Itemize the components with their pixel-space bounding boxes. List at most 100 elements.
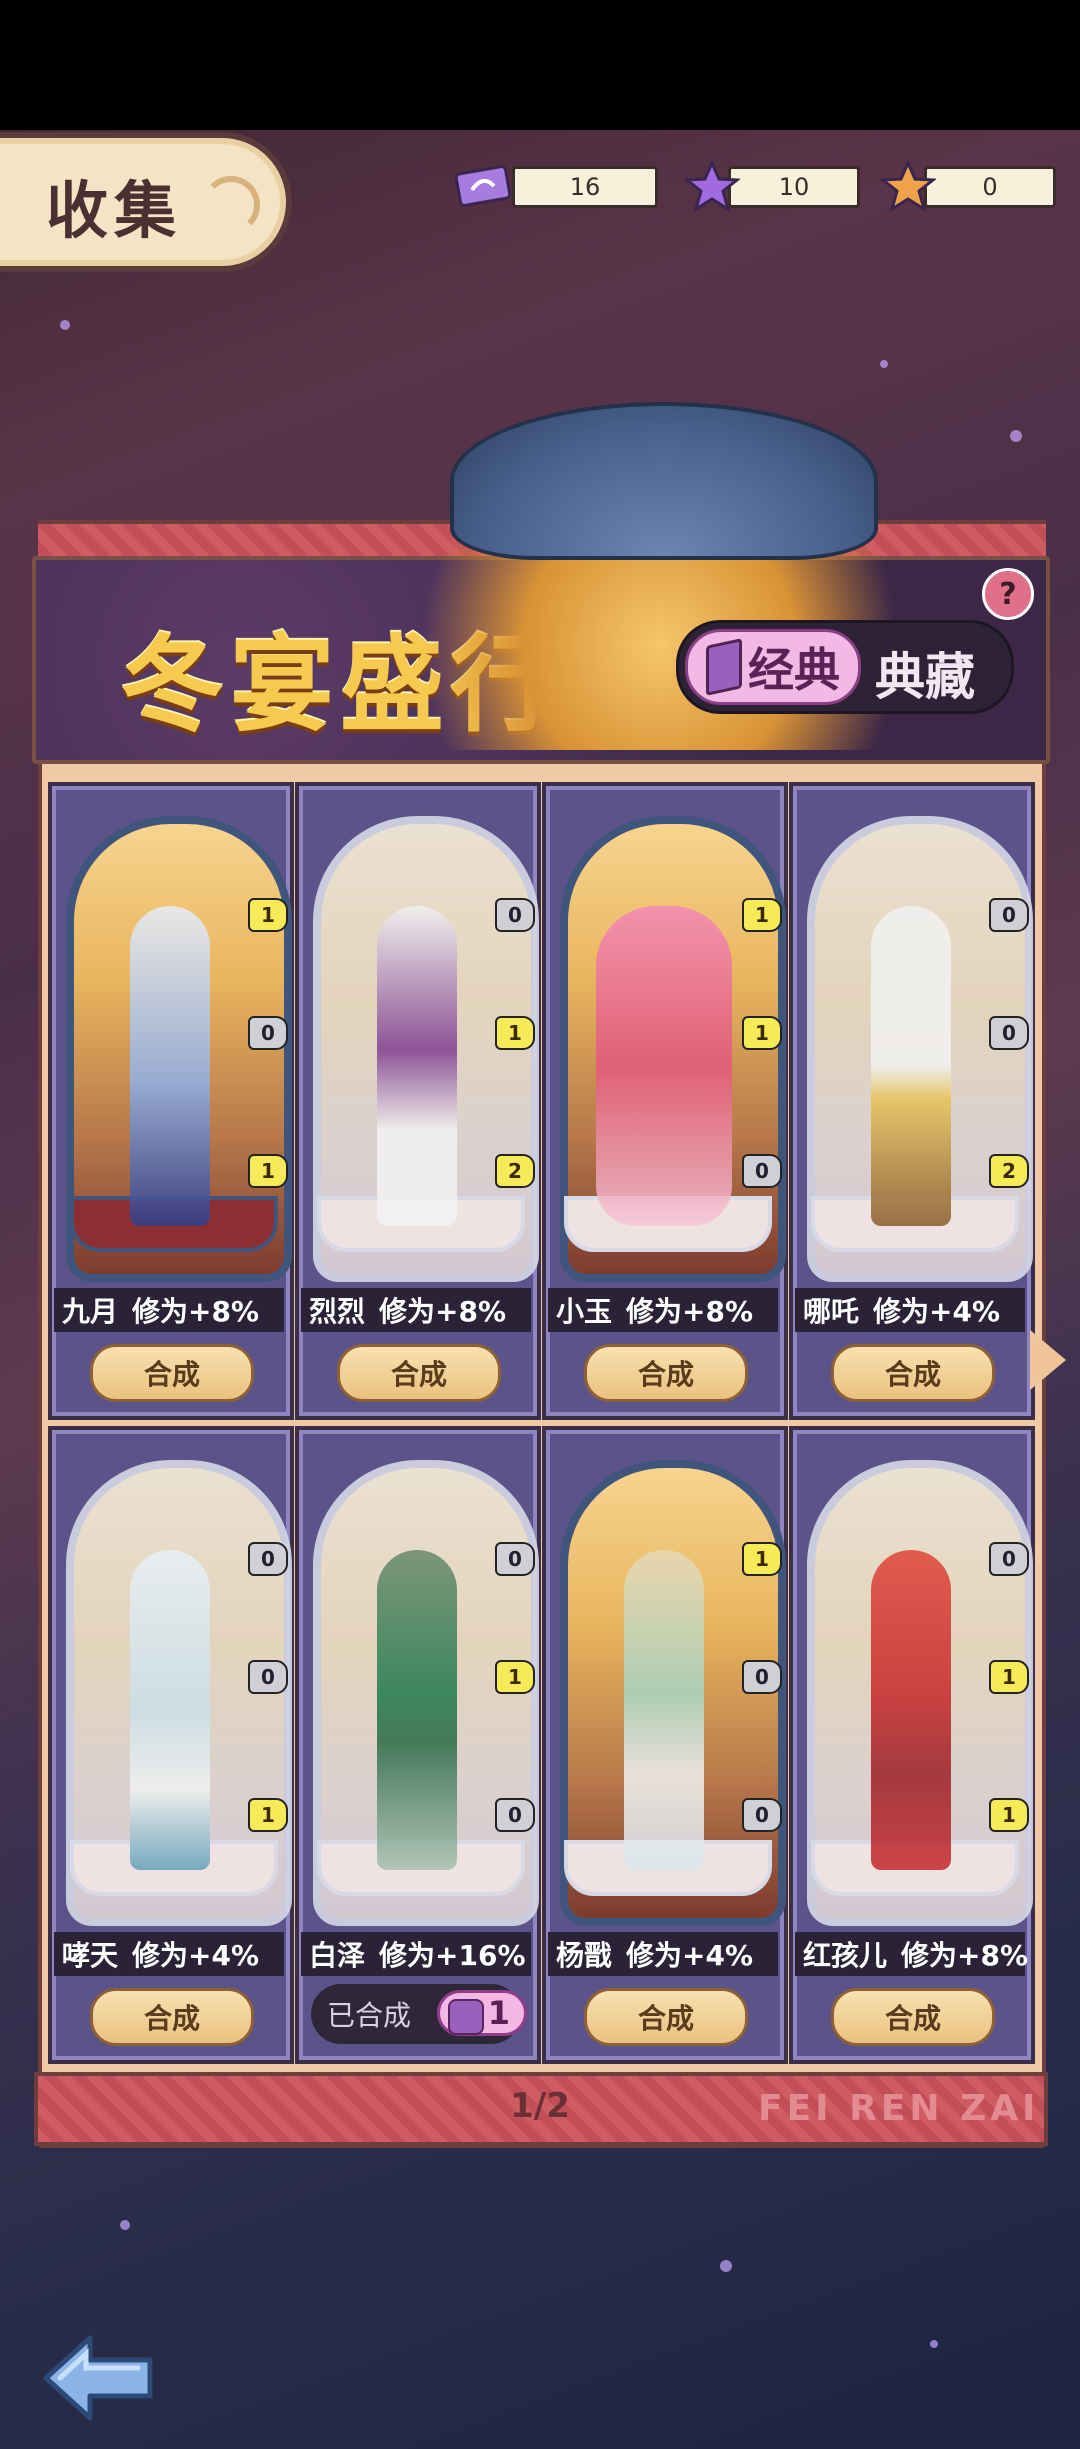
star-decoration bbox=[930, 2340, 938, 2348]
character-name: 白泽 bbox=[309, 1939, 366, 1972]
piece-count-badge: 0 bbox=[742, 1798, 782, 1832]
status-bar bbox=[0, 0, 1080, 130]
composed-count-pill: 1 bbox=[437, 1990, 527, 2036]
header: 收集 16 10 0 bbox=[0, 130, 1080, 272]
character-name: 小玉 bbox=[556, 1295, 613, 1328]
synthesize-button[interactable]: 合成 bbox=[337, 1344, 501, 1402]
watermark: FEI REN ZAI bbox=[758, 2088, 1040, 2129]
composed-label: 已合成 bbox=[327, 1999, 412, 2032]
page-title: 收集 bbox=[46, 174, 183, 247]
tab-classic[interactable]: 经典 bbox=[685, 629, 861, 705]
character-card[interactable]: 0 1 1 红孩儿 修为+8% 合成 bbox=[789, 1426, 1035, 2064]
character-card[interactable]: 0 1 0 白泽 修为+16% 已合成 1 bbox=[295, 1426, 541, 2064]
piece-count-badge: 1 bbox=[248, 898, 288, 932]
character-name: 哪吒 bbox=[803, 1295, 860, 1328]
piece-count-badge: 0 bbox=[495, 898, 535, 932]
piece-count-badge: 0 bbox=[248, 1016, 288, 1050]
resource-tickets[interactable]: 16 bbox=[452, 160, 658, 212]
piece-count-badge: 1 bbox=[989, 1798, 1029, 1832]
book-icon bbox=[706, 638, 742, 696]
piece-count-badge: 1 bbox=[742, 1016, 782, 1050]
tab-collection[interactable]: 典藏 bbox=[875, 637, 975, 709]
bonus-text: 修为+8% bbox=[626, 1295, 754, 1328]
star-decoration bbox=[720, 2260, 732, 2272]
character-figure bbox=[624, 1550, 704, 1870]
bonus-text: 修为+16% bbox=[379, 1939, 526, 1972]
resource-value: 16 bbox=[512, 166, 658, 208]
piece-count-badge: 0 bbox=[248, 1660, 288, 1694]
bonus-text: 修为+8% bbox=[379, 1295, 507, 1328]
piece-count-badge: 1 bbox=[989, 1660, 1029, 1694]
piece-count-badge: 2 bbox=[495, 1154, 535, 1188]
character-name: 烈烈 bbox=[309, 1295, 366, 1328]
piece-count-badge: 0 bbox=[989, 1016, 1029, 1050]
synthesize-button[interactable]: 合成 bbox=[584, 1988, 748, 2046]
resource-orange-stars[interactable]: 0 bbox=[880, 160, 1056, 212]
character-figure bbox=[871, 1550, 951, 1870]
next-page-arrow-icon[interactable] bbox=[1030, 1330, 1066, 1390]
synthesize-button[interactable]: 合成 bbox=[90, 1344, 254, 1402]
piece-count-badge: 0 bbox=[495, 1798, 535, 1832]
synthesize-button[interactable]: 合成 bbox=[831, 1988, 995, 2046]
piece-count-badge: 1 bbox=[495, 1660, 535, 1694]
character-figure bbox=[130, 1550, 210, 1870]
star-decoration bbox=[1010, 430, 1022, 442]
character-name: 哮天 bbox=[62, 1939, 119, 1972]
puzzle-piece-icon bbox=[448, 1999, 484, 2035]
name-bar: 烈烈 修为+8% bbox=[301, 1288, 531, 1332]
piece-count-badge: 0 bbox=[989, 1542, 1029, 1576]
synthesize-button[interactable]: 合成 bbox=[831, 1344, 995, 1402]
name-bar: 哮天 修为+4% bbox=[54, 1932, 284, 1976]
name-bar: 哪吒 修为+4% bbox=[795, 1288, 1025, 1332]
name-bar: 杨戬 修为+4% bbox=[548, 1932, 778, 1976]
character-grid: 1 0 1 九月 修为+8% 合成 0 1 2 烈烈 修为+8% 合成 1 1 … bbox=[48, 782, 1036, 2064]
star-decoration bbox=[880, 360, 888, 368]
character-figure bbox=[871, 906, 951, 1226]
character-figure bbox=[377, 1550, 457, 1870]
piece-count-badge: 2 bbox=[989, 1154, 1029, 1188]
character-card[interactable]: 0 1 2 烈烈 修为+8% 合成 bbox=[295, 782, 541, 1420]
synthesize-button[interactable]: 合成 bbox=[90, 1988, 254, 2046]
purple-star-icon bbox=[684, 160, 740, 212]
character-name: 九月 bbox=[62, 1295, 119, 1328]
piece-count-badge: 0 bbox=[989, 898, 1029, 932]
collection-toggle[interactable]: 经典 典藏 bbox=[676, 620, 1014, 714]
piece-count-badge: 1 bbox=[742, 1542, 782, 1576]
ticket-icon bbox=[454, 165, 512, 207]
character-name: 红孩儿 bbox=[803, 1939, 888, 1972]
composed-count: 1 bbox=[487, 1994, 510, 2032]
piece-count-badge: 0 bbox=[248, 1542, 288, 1576]
name-bar: 红孩儿 修为+8% bbox=[795, 1932, 1029, 1976]
resource-value: 10 bbox=[728, 166, 860, 208]
tab-classic-label: 经典 bbox=[748, 643, 840, 697]
character-card[interactable]: 1 0 1 九月 修为+8% 合成 bbox=[48, 782, 294, 1420]
bonus-text: 修为+8% bbox=[132, 1295, 260, 1328]
character-card[interactable]: 1 1 0 小玉 修为+8% 合成 bbox=[542, 782, 788, 1420]
crest-ornament bbox=[450, 402, 878, 560]
piece-count-badge: 0 bbox=[742, 1154, 782, 1188]
name-bar: 白泽 修为+16% bbox=[301, 1932, 531, 1976]
bonus-text: 修为+4% bbox=[132, 1939, 260, 1972]
name-bar: 九月 修为+8% bbox=[54, 1288, 284, 1332]
character-card[interactable]: 1 0 0 杨戬 修为+4% 合成 bbox=[542, 1426, 788, 2064]
character-card[interactable]: 0 0 1 哮天 修为+4% 合成 bbox=[48, 1426, 294, 2064]
character-figure bbox=[596, 906, 732, 1226]
bonus-text: 修为+4% bbox=[873, 1295, 1001, 1328]
star-decoration bbox=[60, 320, 70, 330]
resource-purple-stars[interactable]: 10 bbox=[684, 160, 860, 212]
piece-count-badge: 1 bbox=[495, 1016, 535, 1050]
bonus-text: 修为+8% bbox=[901, 1939, 1029, 1972]
name-bar: 小玉 修为+8% bbox=[548, 1288, 778, 1332]
resource-value: 0 bbox=[924, 166, 1056, 208]
composed-status: 已合成 1 bbox=[311, 1984, 527, 2044]
piece-count-badge: 1 bbox=[248, 1798, 288, 1832]
character-figure bbox=[377, 906, 457, 1226]
star-decoration bbox=[120, 2220, 130, 2230]
swirl-icon bbox=[202, 176, 260, 234]
help-button[interactable]: ? bbox=[982, 568, 1034, 620]
piece-count-badge: 1 bbox=[248, 1154, 288, 1188]
back-arrow-icon[interactable] bbox=[38, 2328, 158, 2428]
synthesize-button[interactable]: 合成 bbox=[584, 1344, 748, 1402]
character-name: 杨戬 bbox=[556, 1939, 613, 1972]
character-card[interactable]: 0 0 2 哪吒 修为+4% 合成 bbox=[789, 782, 1035, 1420]
